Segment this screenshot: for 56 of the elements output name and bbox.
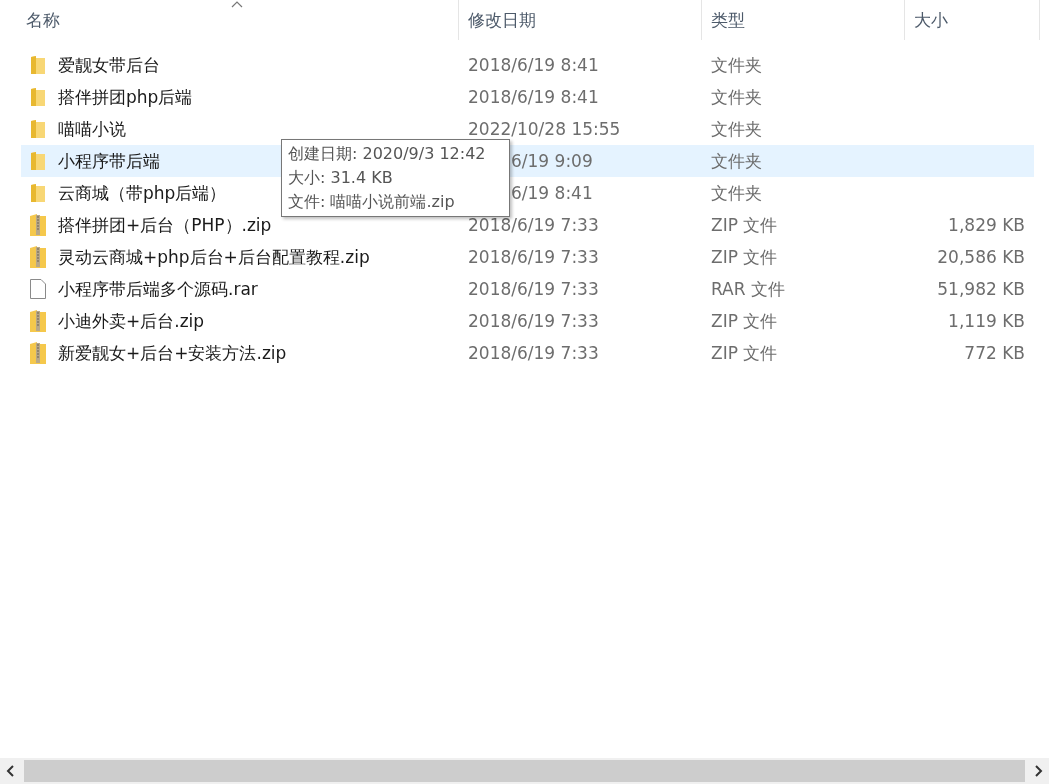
folder-icon	[30, 55, 46, 75]
file-type: 文件夹	[711, 182, 762, 203]
file-type: ZIP 文件	[711, 310, 778, 331]
file-type: ZIP 文件	[711, 246, 778, 267]
file-name: 搭伴拼团php后端	[58, 85, 193, 109]
modified-date: 2022/10/28 15:55	[468, 119, 621, 139]
file-type: 文件夹	[711, 86, 762, 107]
file-type: ZIP 文件	[711, 214, 778, 235]
zip-archive-icon	[30, 214, 46, 236]
file-type: 文件夹	[711, 118, 762, 139]
file-name: 云商城（带php后端）	[58, 181, 227, 205]
file-type: 文件夹	[711, 54, 762, 75]
file-name: 灵动云商城+php后台+后台配置教程.zip	[58, 245, 370, 269]
file-name: 小程序带后端多个源码.rar	[58, 277, 258, 301]
column-header[interactable]: 大小	[905, 0, 1040, 40]
modified-date: 2018/6/19 7:33	[468, 247, 599, 267]
modified-date: 6/19 8:41	[511, 183, 593, 203]
document-icon	[30, 279, 46, 299]
file-type: ZIP 文件	[711, 342, 778, 363]
column-header[interactable]: 类型	[702, 0, 905, 40]
modified-date: 2018/6/19 7:33	[468, 279, 599, 299]
file-size: 1,119 KB	[948, 311, 1025, 331]
modified-date: 2018/6/19 7:33	[468, 343, 599, 363]
file-name: 搭伴拼团+后台（PHP）.zip	[58, 213, 272, 237]
horizontal-scrollbar[interactable]	[0, 758, 1049, 784]
scroll-right-icon[interactable]	[1033, 765, 1043, 777]
file-size: 772 KB	[964, 343, 1025, 363]
scrollbar-thumb[interactable]	[24, 760, 1025, 782]
file-name: 爱靓女带后台	[58, 53, 160, 77]
column-header[interactable]: 修改日期	[459, 0, 702, 40]
file-type: RAR 文件	[711, 278, 785, 299]
modified-date: 2018/6/19 7:33	[468, 311, 599, 331]
zip-archive-icon	[30, 246, 46, 268]
file-name: 小程序带后端	[58, 149, 160, 173]
modified-date: 2018/6/19 7:33	[468, 215, 599, 235]
file-size: 20,586 KB	[937, 247, 1025, 267]
tooltip-line: 创建日期: 2020/9/3 12:42	[288, 143, 487, 165]
folder-icon	[30, 183, 46, 203]
folder-icon	[30, 151, 46, 171]
folder-icon	[30, 87, 46, 107]
folder-icon	[30, 119, 46, 139]
file-size: 1,829 KB	[948, 215, 1025, 235]
sort-ascending-icon	[231, 1, 243, 8]
modified-date: 2018/6/19 8:41	[468, 87, 599, 107]
file-size: 51,982 KB	[937, 279, 1025, 299]
file-name: 新爱靓女+后台+安装方法.zip	[58, 341, 287, 365]
modified-date: 2018/6/19 8:41	[468, 55, 599, 75]
file-name: 喵喵小说	[58, 117, 126, 141]
zip-archive-icon	[30, 342, 46, 364]
column-header[interactable]: 名称	[0, 0, 459, 40]
scroll-left-icon[interactable]	[6, 765, 16, 777]
file-name: 小迪外卖+后台.zip	[58, 309, 205, 333]
modified-date: 6/19 9:09	[511, 151, 593, 171]
tooltip-line: 文件: 喵喵小说前端.zip	[288, 191, 456, 213]
file-type: 文件夹	[711, 150, 762, 171]
zip-archive-icon	[30, 310, 46, 332]
